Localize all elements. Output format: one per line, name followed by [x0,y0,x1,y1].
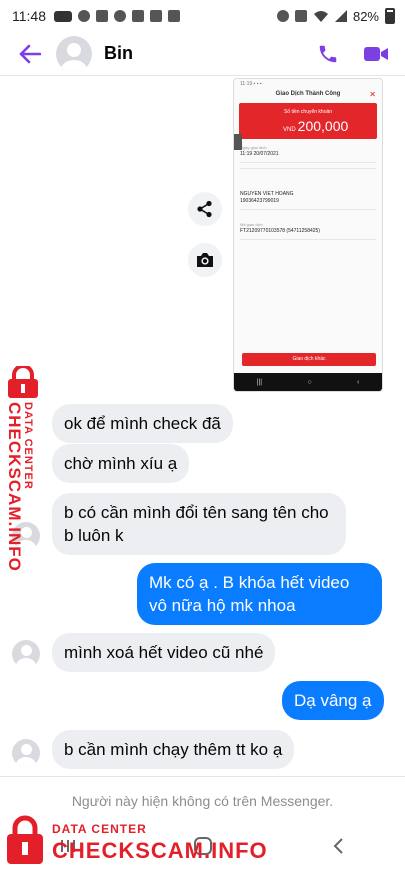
shared-image[interactable]: 11:19 ▪ ▪ ▪ Giao Dịch Thành Công ✕ Số ti… [233,78,383,392]
back-button[interactable] [10,34,50,74]
account-row: NGUYEN VIET HOANG 19036423799019 [234,191,382,204]
divider [240,209,376,210]
camera-icon [197,253,213,267]
sender-avatar [12,739,40,767]
sender-avatar [12,640,40,668]
watermark-big-text: CHECKSCAM.INFO [52,838,268,863]
tx-label: Mã giao dịch [240,222,263,227]
date-row: Ngày giao dịch 11:19 20/07/2021 [234,145,382,157]
header-actions [313,39,405,69]
back-arrow-icon [19,44,41,63]
message-incoming: mình xoá hết video cũ nhé [52,633,276,672]
amount-currency: VND [283,127,296,133]
tx-row: Mã giao dịch FT21209770103578 (547112584… [234,222,382,234]
battery-icon [385,8,395,24]
gallery-icon [150,10,162,22]
tx-value: FT21209770103578 (54711258425) [240,228,320,234]
watermark-bottom: DATA CENTER CHECKSCAM.INFO [4,814,267,866]
message-incoming: ok để mình check đã [52,404,233,443]
shared-image-amount-box: Số tiền chuyển khoản VND 200,000 [239,103,377,139]
status-bar: 11:48 82% [0,0,405,32]
message-incoming: b cần mình chạy thêm tt ko ạ [52,730,295,769]
save-image-button[interactable] [188,243,222,277]
lock-icon [7,815,43,864]
pinterest-icon [78,10,90,22]
notification-icons [54,10,180,22]
back-nav-button[interactable] [318,831,358,861]
shared-image-statusbar: 11:19 ▪ ▪ ▪ [240,81,262,87]
contact-avatar[interactable] [56,35,92,72]
battery-percent: 82% [352,8,379,24]
amount-label: Số tiền chuyển khoản [283,109,333,115]
alarm-icon [276,10,289,22]
watermark-big-text: CHECKSCAM.INFO [5,402,24,572]
zalo-icon [54,10,72,22]
signal-icon [334,10,347,22]
message-outgoing: Dạ vâng ạ [282,681,384,720]
status-right: 82% [276,8,395,24]
shared-image-thumbnail [234,134,242,150]
video-camera-icon [364,46,388,61]
phone-icon [319,45,337,62]
translate-icon [96,10,108,22]
notes-icon [168,10,180,22]
date-value: 11:19 20/07/2021 [240,151,279,157]
chat-header: Bin [0,32,405,76]
chevron-left-icon [333,837,343,854]
lock-icon [8,366,38,398]
video-call-button[interactable] [361,39,391,69]
messenger-icon [114,10,126,22]
divider [240,239,376,240]
divider [240,168,376,169]
other-transaction-button: Giao dịch khác [242,353,376,366]
share-button[interactable] [188,192,222,226]
shared-image-title-text: Giao Dịch Thành Công [275,91,341,97]
watermark-vertical: DATA CENTER CHECKSCAM.INFO [2,366,42,576]
divider [240,162,376,163]
wifi-icon [313,11,328,22]
voice-call-button[interactable] [313,39,343,69]
amount-number: 200,000 [297,118,349,134]
message-incoming: chờ mình xíu ạ [52,444,190,483]
share-icon [197,200,212,218]
watermark-small-text: DATA CENTER [52,822,147,836]
message-incoming: b có cần mình đổi tên sang tên cho b luô… [52,493,346,555]
app-icon [132,10,144,22]
date-label: Ngày giao dịch [240,145,267,150]
account-number: 19036423799019 [240,198,279,204]
shared-image-title: Giao Dịch Thành Công ✕ [234,90,382,99]
status-time: 11:48 [12,8,46,24]
shared-image-close-icon: ✕ [369,90,376,99]
account-name: NGUYEN VIET HOANG [240,191,294,197]
message-outgoing: Mk có ạ . B khóa hết video vô nữa hộ mk … [137,563,382,625]
contact-name[interactable]: Bin [104,43,133,64]
mute-icon [294,10,307,22]
shared-image-navbar: ||| ○ ‹ [234,373,382,391]
amount-value: VND 200,000 [283,118,348,134]
